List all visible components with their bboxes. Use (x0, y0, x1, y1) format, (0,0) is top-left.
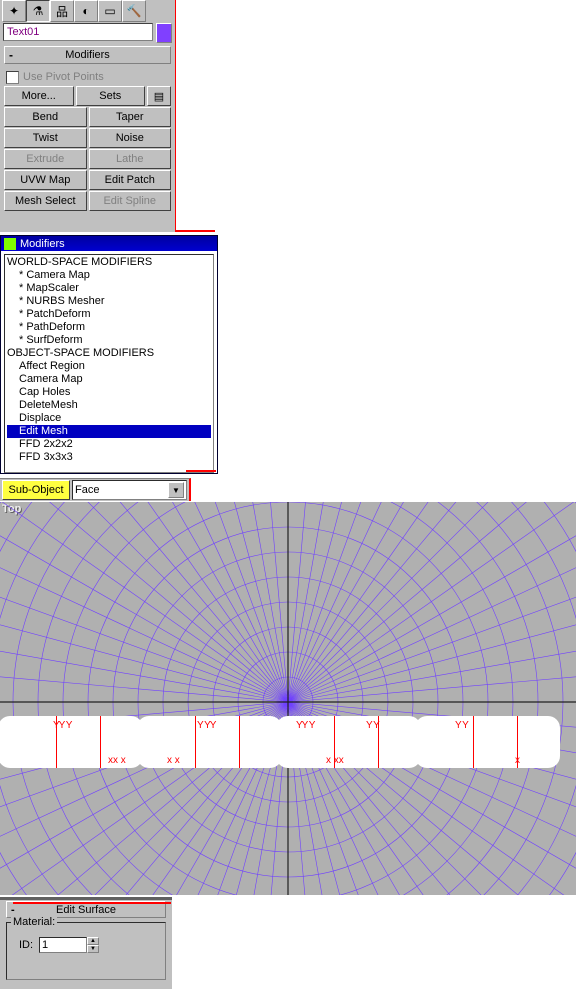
list-item[interactable]: Affect Region (7, 360, 211, 373)
top-viewport[interactable]: Top YY Yxx x Y YYx x YY YY Yx xx Y Yx (0, 502, 576, 895)
list-item[interactable]: * Camera Map (7, 269, 211, 282)
modifiers-window-titlebar[interactable]: Modifiers (1, 236, 217, 251)
panel-category-toolbar: ✦ ⚗ 品 ◐ ▭ 🔨 (0, 0, 175, 20)
sub-object-level-select[interactable]: Face ▼ (72, 480, 187, 500)
list-category: OBJECT-SPACE MODIFIERS (7, 347, 211, 360)
list-item[interactable]: Camera Map (7, 373, 211, 386)
object-color-swatch[interactable] (156, 23, 172, 43)
mesh-select-button[interactable]: Mesh Select (4, 191, 87, 211)
use-pivot-points-label: Use Pivot Points (23, 71, 104, 83)
list-item[interactable]: FFD 2x2x2 (7, 438, 211, 451)
spinner-up-icon[interactable]: ▲ (87, 937, 99, 945)
object-name-input[interactable] (3, 23, 153, 41)
lathe-button: Lathe (89, 149, 172, 169)
use-pivot-points-row: Use Pivot Points (6, 70, 169, 84)
list-item[interactable]: FFD 3x3x3 (7, 451, 211, 464)
use-pivot-points-checkbox[interactable] (6, 71, 19, 84)
twist-button[interactable]: Twist (4, 128, 87, 148)
modifier-list[interactable]: WORLD-SPACE MODIFIERS * Camera Map * Map… (4, 254, 214, 473)
sub-object-level-value: Face (75, 484, 99, 496)
id-label: ID: (11, 939, 33, 951)
modifiers-list-window: Modifiers WORLD-SPACE MODIFIERS * Camera… (0, 235, 218, 474)
hierarchy-tab-icon[interactable]: 品 (50, 0, 74, 22)
material-id-input[interactable] (39, 937, 87, 953)
list-item[interactable]: * PathDeform (7, 321, 211, 334)
list-item[interactable]: DeleteMesh (7, 399, 211, 412)
list-category: WORLD-SPACE MODIFIERS (7, 256, 211, 269)
list-item[interactable]: Displace (7, 412, 211, 425)
chevron-down-icon[interactable]: ▼ (168, 482, 184, 498)
modifiers-window-icon (4, 238, 16, 250)
modify-tab-icon[interactable]: ⚗ (26, 0, 50, 22)
extrude-button: Extrude (4, 149, 87, 169)
taper-button[interactable]: Taper (89, 107, 172, 127)
material-legend: Material: (11, 916, 57, 928)
spinner-down-icon[interactable]: ▼ (87, 945, 99, 953)
list-item[interactable]: Cap Holes (7, 386, 211, 399)
motion-tab-icon[interactable]: ◐ (74, 0, 98, 22)
bend-button[interactable]: Bend (4, 107, 87, 127)
edit-surface-panel: Edit Surface Material: ID: ▲ ▼ (0, 897, 172, 989)
sub-object-button[interactable]: Sub-Object (2, 480, 70, 500)
rollout-title: Modifiers (65, 49, 110, 61)
modifiers-window-title: Modifiers (20, 238, 65, 250)
list-item[interactable]: * PatchDeform (7, 308, 211, 321)
modifiers-rollout-header[interactable]: Modifiers (4, 46, 171, 64)
sub-object-row: Sub-Object Face ▼ (0, 478, 191, 501)
material-group: Material: ID: ▲ ▼ (6, 922, 166, 980)
noise-button[interactable]: Noise (89, 128, 172, 148)
edit-patch-button[interactable]: Edit Patch (89, 170, 172, 190)
more-button[interactable]: More... (4, 86, 74, 106)
text-mesh-object[interactable]: YY Yxx x Y YYx x YY YY Yx xx Y Yx (0, 716, 576, 768)
list-item[interactable]: * NURBS Mesher (7, 295, 211, 308)
configure-sets-button[interactable]: ▤ (147, 86, 171, 106)
edit-spline-button: Edit Spline (89, 191, 172, 211)
viewport-grid (0, 502, 576, 895)
utilities-tab-icon[interactable]: 🔨 (122, 0, 146, 22)
sets-button[interactable]: Sets (76, 86, 146, 106)
list-item[interactable]: * MapScaler (7, 282, 211, 295)
uvw-map-button[interactable]: UVW Map (4, 170, 87, 190)
edit-surface-title: Edit Surface (56, 904, 116, 916)
list-item-selected[interactable]: Edit Mesh (7, 425, 211, 438)
display-tab-icon[interactable]: ▭ (98, 0, 122, 22)
list-item[interactable]: * SurfDeform (7, 334, 211, 347)
material-id-spinner[interactable]: ▲ ▼ (39, 937, 99, 953)
command-panel: ✦ ⚗ 品 ◐ ▭ 🔨 Modifiers Use Pivot Points M… (0, 0, 176, 232)
create-tab-icon[interactable]: ✦ (2, 0, 26, 22)
